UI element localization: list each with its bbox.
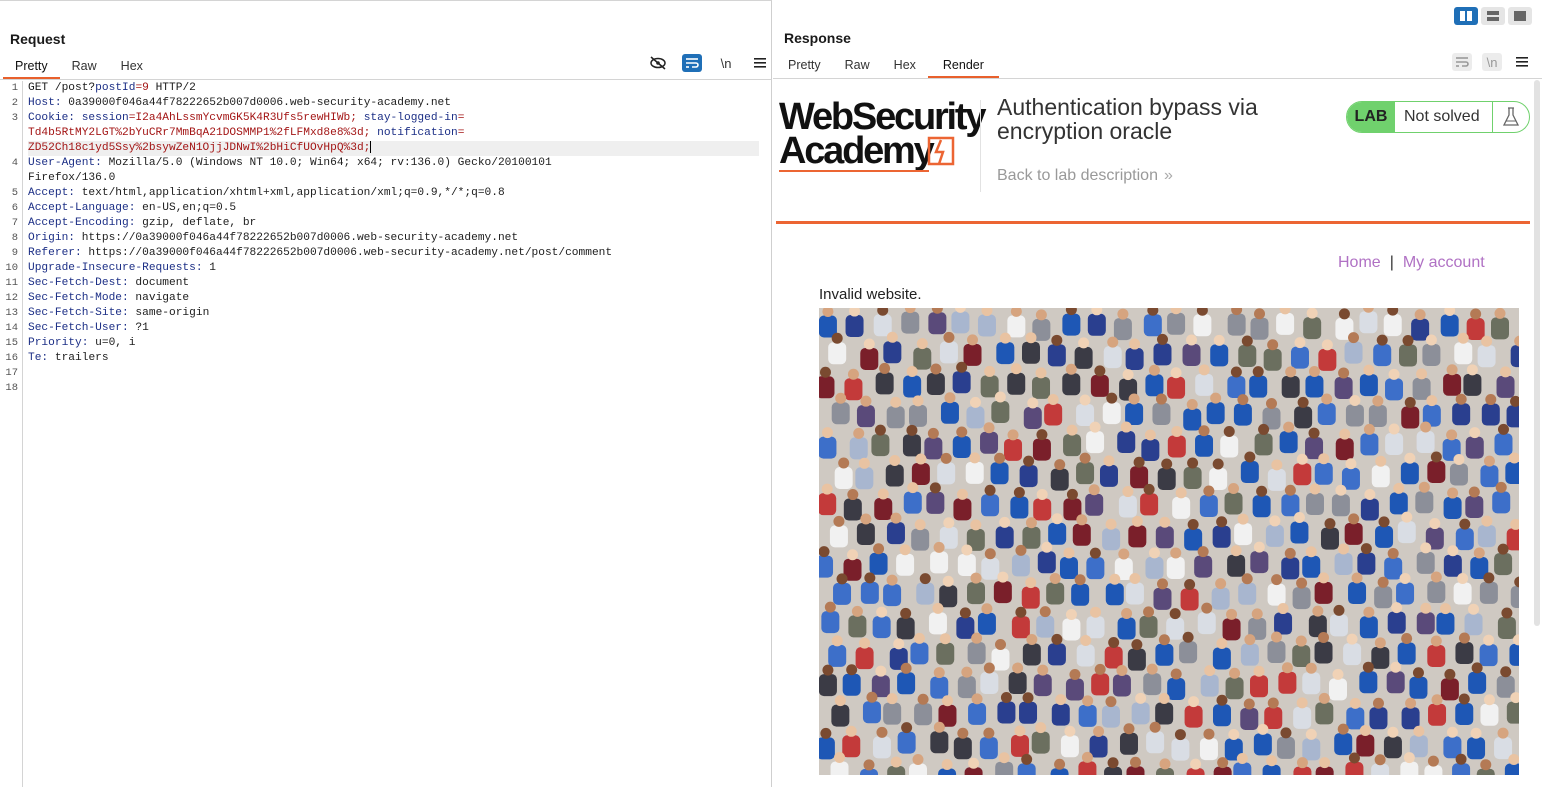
code-line: Td4b5RtMY2LGT%2bYuCRr7MmBqA21DOSMMP1%2fL…	[28, 127, 465, 139]
flask-icon	[1493, 102, 1529, 132]
line-number: 9	[11, 247, 18, 259]
lab-label: LAB	[1347, 102, 1395, 132]
line-number: 4	[11, 157, 18, 169]
request-tab-pretty[interactable]: Pretty	[3, 56, 60, 79]
academy-logo[interactable]: WebSecurity Academy	[779, 98, 987, 172]
code-line: 3 Cookie: session=I2a4AhLssmYcvmGK5K4R3Uf…	[0, 111, 771, 126]
response-tab-hex[interactable]: Hex	[882, 55, 928, 78]
line-number: 10	[5, 262, 18, 274]
line-number: 16	[5, 352, 18, 364]
line-number: 5	[11, 187, 18, 199]
word-wrap-icon[interactable]	[1452, 53, 1472, 71]
code-line: 5 Accept: text/html,application/xhtml+xml…	[0, 186, 771, 201]
back-link-label: Back to lab description	[997, 167, 1158, 184]
line-number: 8	[11, 232, 18, 244]
request-pane: Request Pretty Raw Hex \n 1 GET /post?pos…	[0, 0, 772, 787]
code-line: Firefox/136.0	[28, 172, 116, 184]
render-scrollbar[interactable]	[1534, 80, 1540, 626]
error-message: Invalid website.	[819, 286, 922, 303]
code-line-current: ZD52Ch18c1yd5Ssy%2bsywZeN1OjjJDNwI%2bHiC…	[0, 141, 771, 156]
text-caret	[370, 141, 372, 154]
line-number: 18	[5, 382, 18, 394]
back-to-lab-link[interactable]: Back to lab description »	[997, 167, 1173, 185]
site-nav: Home | My account	[1338, 254, 1485, 272]
line-number: 12	[5, 292, 18, 304]
lab-status-badge: LAB Not solved	[1346, 101, 1530, 133]
response-tab-raw[interactable]: Raw	[833, 55, 882, 78]
hamburger-menu-icon[interactable]	[750, 54, 770, 72]
newline-toggle[interactable]: \n	[716, 54, 736, 72]
crowd-of-people-image	[819, 308, 1519, 775]
code-line: 11 Sec-Fetch-Dest: document	[0, 276, 771, 291]
line-number: 2	[11, 97, 18, 109]
eye-slash-icon[interactable]	[648, 54, 668, 72]
double-chevron-icon: »	[1163, 167, 1173, 184]
response-tab-render[interactable]: Render	[927, 55, 999, 78]
rendered-page: WebSecurity Academy Authentication bypas…	[776, 80, 1530, 787]
line-number: 6	[11, 202, 18, 214]
line-number: 17	[5, 367, 18, 379]
hamburger-menu-icon[interactable]	[1512, 53, 1532, 71]
code-line: 7 Accept-Encoding: gzip, deflate, br	[0, 216, 771, 231]
lab-header: WebSecurity Academy Authentication bypas…	[776, 80, 1530, 224]
line-number: 15	[5, 337, 18, 349]
code-line: 17	[0, 366, 771, 381]
newline-toggle[interactable]: \n	[1482, 53, 1502, 71]
code-line: 16 Te: trailers	[0, 351, 771, 366]
code-line: 13 Sec-Fetch-Site: same-origin	[0, 306, 771, 321]
line-number: 7	[11, 217, 18, 229]
code-line: 15 Priority: u=0, i	[0, 336, 771, 351]
lightning-bolt-icon	[927, 136, 955, 166]
code-line: 4 User-Agent: Mozilla/5.0 (Windows NT 10.…	[0, 156, 771, 171]
response-title: Response	[784, 30, 851, 46]
code-line: 6 Accept-Language: en-US,en;q=0.5	[0, 201, 771, 216]
code-line: 12 Sec-Fetch-Mode: navigate	[0, 291, 771, 306]
request-tab-raw[interactable]: Raw	[60, 56, 109, 79]
logo-underline	[779, 170, 929, 172]
response-tabs: Pretty Raw Hex Render	[773, 55, 1542, 79]
line-number: 13	[5, 307, 18, 319]
nav-my-account-link[interactable]: My account	[1403, 254, 1485, 271]
header-divider	[980, 100, 981, 192]
word-wrap-icon[interactable]	[682, 54, 702, 72]
code-line: 9 Referer: https://0a39000f046a44f7822265…	[0, 246, 771, 261]
line-number: 1	[11, 82, 18, 94]
nav-separator: |	[1389, 254, 1394, 271]
line-number: 3	[11, 112, 18, 124]
response-pane: Response Pretty Raw Hex Render \n WebSec…	[773, 0, 1542, 787]
status-text: Not solved	[1395, 102, 1493, 132]
code-line: 1 GET /post?postId=9 HTTP/2	[0, 81, 771, 96]
line-number: 14	[5, 322, 18, 334]
line-number: 11	[5, 277, 18, 289]
code-line: 10 Upgrade-Insecure-Requests: 1	[0, 261, 771, 276]
logo-text-line2: Academy	[779, 130, 935, 172]
request-editor[interactable]: 1 GET /post?postId=9 HTTP/2 2 Host: 0a3900…	[0, 81, 771, 787]
request-tab-hex[interactable]: Hex	[109, 56, 155, 79]
request-toolbar: \n	[648, 54, 770, 72]
code-line: 18	[0, 381, 771, 396]
request-title: Request	[10, 31, 66, 47]
nav-home-link[interactable]: Home	[1338, 254, 1381, 271]
code-line: 14 Sec-Fetch-User: ?1	[0, 321, 771, 336]
code-line: 8 Origin: https://0a39000f046a44f78222652…	[0, 231, 771, 246]
response-toolbar: \n	[1452, 53, 1532, 71]
lab-title: Authentication bypass via encryption ora…	[997, 94, 1258, 144]
response-tab-pretty[interactable]: Pretty	[776, 55, 833, 78]
code-line: 2 Host: 0a39000f046a44f78222652b007d0006.…	[0, 96, 771, 111]
